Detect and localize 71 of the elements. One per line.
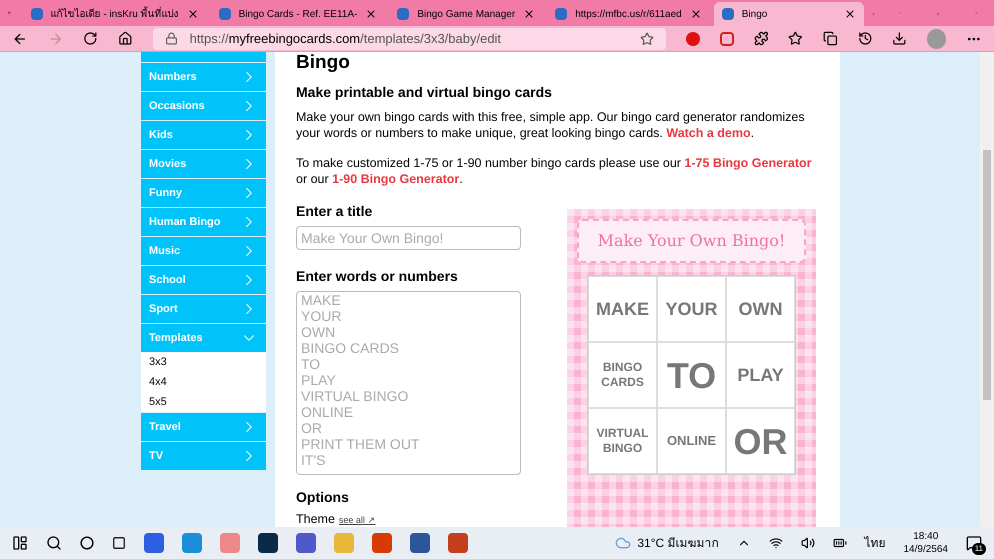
see-all-link[interactable]: see all ↗ [338, 514, 376, 527]
section-heading: Options [296, 488, 350, 507]
lock-icon [164, 32, 178, 45]
cortana-icon[interactable] [80, 536, 94, 550]
wifi-icon [768, 536, 782, 550]
sidebar-subitem[interactable]: 4x4 [141, 372, 266, 392]
theme-label: Theme [296, 511, 335, 527]
page-subheading: Make printable and virtual bingo cards [296, 83, 553, 102]
extensions-icon[interactable] [754, 31, 768, 46]
field-label: Enter words or numbers [296, 267, 459, 286]
url-text: https://myfreebingocards.com/templates/3x3/baby/edit [190, 30, 502, 48]
notification-count: 11 [972, 543, 986, 555]
search-icon[interactable] [46, 535, 62, 551]
sidebar-subitem[interactable]: 5x5 [141, 392, 266, 412]
clock[interactable]: 18:40 14/9/2564 [904, 530, 948, 556]
tab-title: Bingo Game Manager [417, 8, 516, 22]
field-label: Enter a title [296, 202, 374, 221]
notification-button[interactable]: 11 [966, 535, 982, 551]
favicon-icon [555, 8, 568, 20]
favicon-icon [397, 8, 410, 20]
notification-icon [966, 535, 982, 551]
intro-paragraph: Make your own bingo cards with this free, simple app. Our bingo card generator randomizes your words or numbers to make unique, great looking bingo cards. Watch a demo. [296, 109, 806, 141]
card-cell: TO [657, 342, 726, 408]
card-cell: MAKE [588, 276, 657, 342]
cloud-icon [615, 535, 632, 551]
download-icon[interactable] [892, 31, 907, 46]
card-cell: ONLINE [657, 408, 726, 474]
card-cell: OWN [726, 276, 795, 342]
generator-link[interactable]: 1-75 Bingo Generator [684, 156, 812, 170]
volume-icon [800, 536, 814, 550]
words-input[interactable]: MAKE YOUR OWN BINGO CARDS TO PLAY VIRTUAL BINGO ONLINE OR PRINT THEM OUT IT'S [296, 291, 521, 475]
tab-title: แก้ไขไอเดีย - insKru พื้นที่แบ่ง [50, 6, 179, 22]
tab-title: https://mfbc.us/r/611aed [575, 8, 682, 22]
demo-link[interactable]: Watch a demo [666, 126, 751, 140]
address-bar[interactable]: https://myfreebingocards.com/templates/3x3/baby/edit [152, 28, 666, 50]
browser-tab[interactable]: https://mfbc.us/r/611aed [547, 2, 710, 26]
tab-title: Bingo [742, 8, 768, 22]
home-icon[interactable] [118, 31, 133, 46]
sidebar-subitem[interactable]: 3x3 [141, 352, 266, 372]
app-icon[interactable] [410, 533, 430, 553]
favicon-icon [218, 8, 231, 20]
browser-tab[interactable]: Bingo Cards - Ref. EE11A- [210, 2, 386, 26]
weather-text: 31°C มีเมฆมาก [637, 535, 718, 552]
reload-icon[interactable] [83, 31, 98, 46]
extension-icon[interactable] [686, 32, 700, 46]
favicon-icon [30, 8, 43, 20]
battery-icon [832, 536, 846, 550]
card-cell: VIRTUAL BINGO [588, 408, 657, 474]
favicon-icon [722, 8, 734, 20]
card-cell: BINGO CARDS [588, 342, 657, 408]
favorites-icon[interactable] [788, 31, 803, 46]
browser-tab[interactable]: แก้ไขไอเดีย - insKru พื้นที่แบ่ง [22, 2, 207, 26]
card-cell: OR [726, 408, 795, 474]
card-cell: YOUR [657, 276, 726, 342]
language-indicator[interactable]: ไทย [864, 534, 886, 552]
extension-icon[interactable] [720, 32, 734, 46]
collections-icon[interactable] [822, 31, 838, 46]
card-title: Make Your Own Bingo! [577, 219, 806, 263]
task-view-icon[interactable] [112, 536, 126, 550]
browser-tab[interactable]: Bingo Game Manager [389, 2, 544, 26]
browser-tab[interactable]: Bingo [714, 2, 864, 26]
app-icon[interactable] [258, 533, 278, 553]
generator-paragraph: To make customized 1-75 or 1-90 number bingo cards please use our 1-75 Bingo Generator or our 1-90 Bingo Generator. [296, 155, 813, 187]
history-icon[interactable] [858, 31, 872, 46]
start-icon[interactable] [12, 535, 28, 551]
generator-link[interactable]: 1-90 Bingo Generator [332, 172, 460, 186]
favorite-icon[interactable] [640, 32, 654, 46]
card-cell: PLAY [726, 342, 795, 408]
title-input[interactable]: Make Your Own Bingo! [296, 226, 521, 250]
tab-title: Bingo Cards - Ref. EE11A- [238, 8, 358, 22]
page-heading: Bingo [296, 52, 351, 74]
